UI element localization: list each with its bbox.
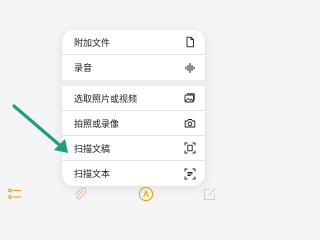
menu-item-label: 选取照片或视频: [74, 94, 138, 105]
bottom-toolbar: [0, 180, 225, 208]
menu-group-media: 选取照片或视频 拍照或录像 扫描文稿 扫描文本: [62, 86, 205, 186]
menu-item-label: 拍照或录像: [74, 119, 120, 130]
text-scan-icon: [184, 168, 196, 180]
document-icon: [184, 36, 196, 48]
attachment-menu: 附加文件 录音 选取照片或视频 拍照或录像 扫描文稿 扫描文本: [62, 30, 205, 186]
notes-screen: 附加文件 录音 选取照片或视频 拍照或录像 扫描文稿 扫描文本: [0, 0, 225, 225]
waveform-icon: [184, 62, 196, 74]
menu-item-label: 录音: [74, 64, 93, 74]
menu-item-label: 附加文件: [74, 38, 111, 49]
paperclip-icon[interactable]: [72, 186, 88, 202]
checklist-icon[interactable]: [7, 186, 23, 202]
pointer-arrow-annotation: [12, 104, 68, 153]
menu-group-files: 附加文件 录音: [62, 30, 205, 80]
menu-item-choose-photo[interactable]: 选取照片或视频: [62, 86, 205, 111]
photo-library-icon: [184, 92, 196, 104]
menu-item-scan-document[interactable]: 扫描文稿: [62, 136, 205, 161]
menu-item-label: 扫描文稿: [74, 144, 111, 155]
camera-icon: [184, 117, 196, 129]
menu-item-attach-file[interactable]: 附加文件: [62, 30, 205, 55]
menu-item-record-audio[interactable]: 录音: [62, 55, 205, 80]
menu-item-take-photo[interactable]: 拍照或录像: [62, 111, 205, 136]
compose-icon[interactable]: [202, 186, 218, 202]
menu-item-label: 扫描文本: [74, 170, 111, 180]
document-scan-icon: [184, 142, 196, 154]
pen-markup-icon[interactable]: [138, 186, 154, 202]
